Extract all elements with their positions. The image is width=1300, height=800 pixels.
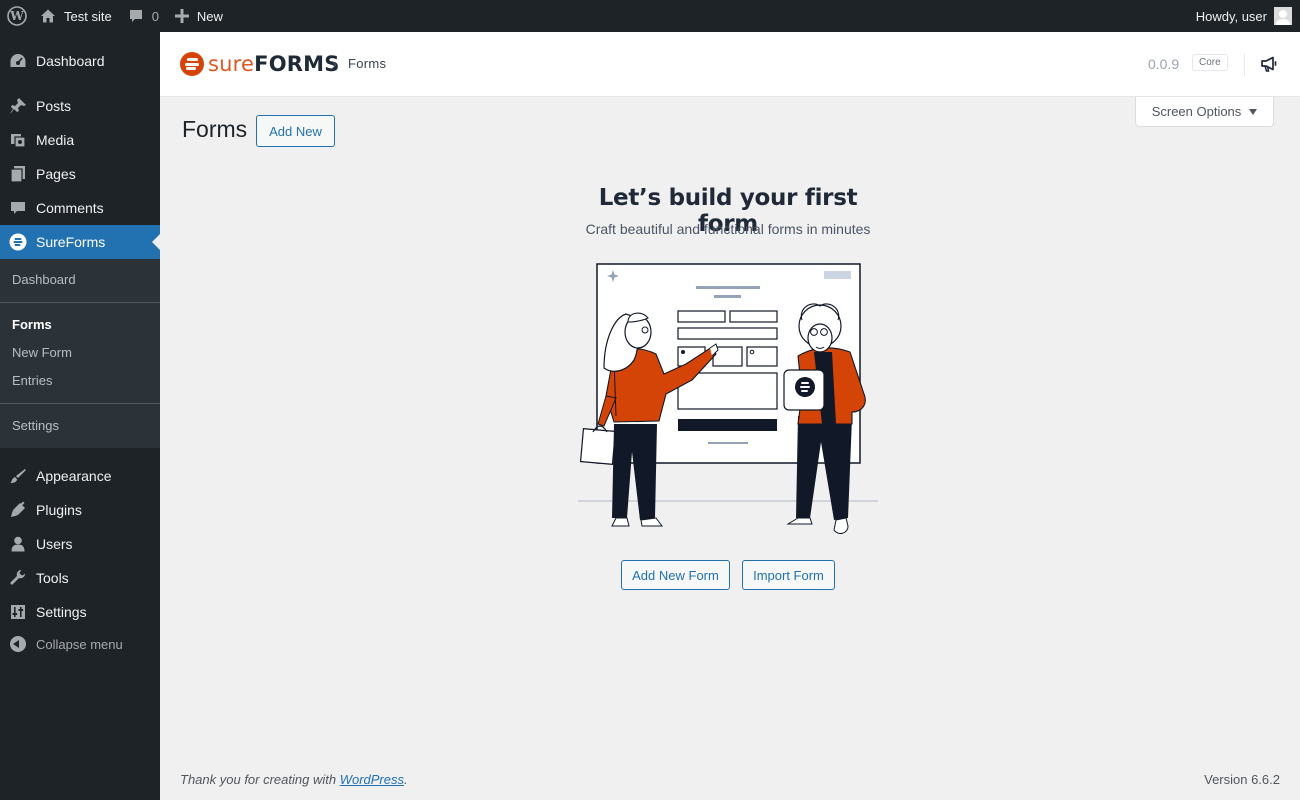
add-new-form-button[interactable]: Add New Form [621,560,730,590]
screen-options-label: Screen Options [1151,104,1242,119]
empty-state-subtitle: Craft beautiful and functional forms in … [585,221,871,237]
sidebar-item-label: Dashboard [36,53,105,69]
site-name-label: Test site [64,8,112,24]
sidebar-item-label: Pages [36,166,76,182]
wordpress-link[interactable]: WordPress [340,772,404,787]
sidebar-item-pages[interactable]: Pages [0,157,160,191]
admin-bar: W Test site 0 New Howdy, user [0,0,1300,32]
sidebar-item-tools[interactable]: Tools [0,561,160,595]
wordpress-logo-icon[interactable]: W [0,0,34,32]
sureforms-icon [0,233,36,251]
page-title: Forms [182,116,248,142]
header-divider [1244,54,1245,76]
sidebar-item-users[interactable]: Users [0,527,160,561]
brush-icon [0,467,36,485]
core-badge: Core [1192,54,1228,71]
home-icon [41,9,55,23]
sidebar-item-media[interactable]: Media [0,123,160,157]
plug-icon [0,501,36,519]
sidebar-item-label: SureForms [36,234,106,250]
admin-sidebar: Dashboard Posts Media Pages Comments Sur… [0,32,160,800]
collapse-menu-button[interactable]: Collapse menu [0,632,160,656]
sidebar-item-settings[interactable]: Settings [0,595,160,629]
sidebar-item-label: Posts [36,98,72,114]
sureforms-submenu: Dashboard Forms New Form Entries Setting… [0,259,160,448]
sidebar-item-label: Appearance [36,468,112,484]
submenu-item-settings[interactable]: Settings [12,418,59,433]
version-number: 0.0.9 [1148,56,1180,72]
wrench-icon [0,569,36,587]
add-new-button[interactable]: Add New [256,115,335,147]
avatar [1274,7,1292,25]
pages-icon [0,165,36,183]
sidebar-item-plugins[interactable]: Plugins [0,493,160,527]
chevron-right-icon: › [332,56,337,73]
comment-icon [0,199,36,217]
sidebar-item-label: Settings [36,604,87,620]
sureforms-header: sureFORMS › Forms 0.0.9 Core [160,32,1300,97]
sureforms-wordmark: sureFORMS [208,52,340,76]
sidebar-item-label: Media [36,132,75,148]
comments-count: 0 [151,8,159,24]
submenu-divider [0,403,160,404]
submenu-item-forms[interactable]: Forms [12,317,52,332]
sidebar-item-label: Plugins [36,502,82,518]
submenu-item-dashboard[interactable]: Dashboard [12,272,76,287]
svg-text:W: W [9,9,24,23]
submenu-item-entries[interactable]: Entries [12,373,52,388]
caret-down-icon [1249,108,1258,115]
plus-icon [174,9,189,23]
media-icon [0,131,36,149]
pin-icon [0,97,36,115]
collapse-menu-label: Collapse menu [36,636,123,652]
sidebar-item-comments[interactable]: Comments [0,191,160,225]
sidebar-item-appearance[interactable]: Appearance [0,459,160,493]
new-content-link[interactable]: New [167,0,231,32]
submenu-divider [0,302,160,303]
dashboard-icon [0,52,36,70]
breadcrumb: Forms [348,56,387,71]
screen-options-button[interactable]: Screen Options [1135,97,1274,127]
user-icon [0,535,36,553]
import-form-button[interactable]: Import Form [742,560,835,590]
submenu-item-new-form[interactable]: New Form [12,345,72,360]
site-name-link[interactable]: Test site [34,0,120,32]
footer-version: Version 6.6.2 [1204,772,1280,787]
footer-thanks: Thank you for creating with WordPress. [180,772,408,787]
collapse-arrow-icon [10,636,26,652]
comment-icon [129,10,142,22]
megaphone-icon[interactable] [1260,55,1278,76]
settings-icon [0,603,36,621]
sidebar-item-label: Comments [36,200,104,216]
my-account-link[interactable]: Howdy, user [1188,0,1300,32]
greeting-label: Howdy, user [1195,8,1267,24]
sidebar-item-label: Tools [36,570,69,586]
sidebar-item-posts[interactable]: Posts [0,89,160,123]
sidebar-item-sureforms[interactable]: SureForms [0,225,160,259]
new-label: New [196,8,223,24]
sureforms-logo[interactable]: sureFORMS [180,52,340,76]
sidebar-item-dashboard[interactable]: Dashboard [0,44,160,78]
empty-state-illustration [576,256,880,541]
comments-link[interactable]: 0 [120,0,167,32]
sureforms-logo-icon [180,52,204,76]
sidebar-item-label: Users [36,536,73,552]
